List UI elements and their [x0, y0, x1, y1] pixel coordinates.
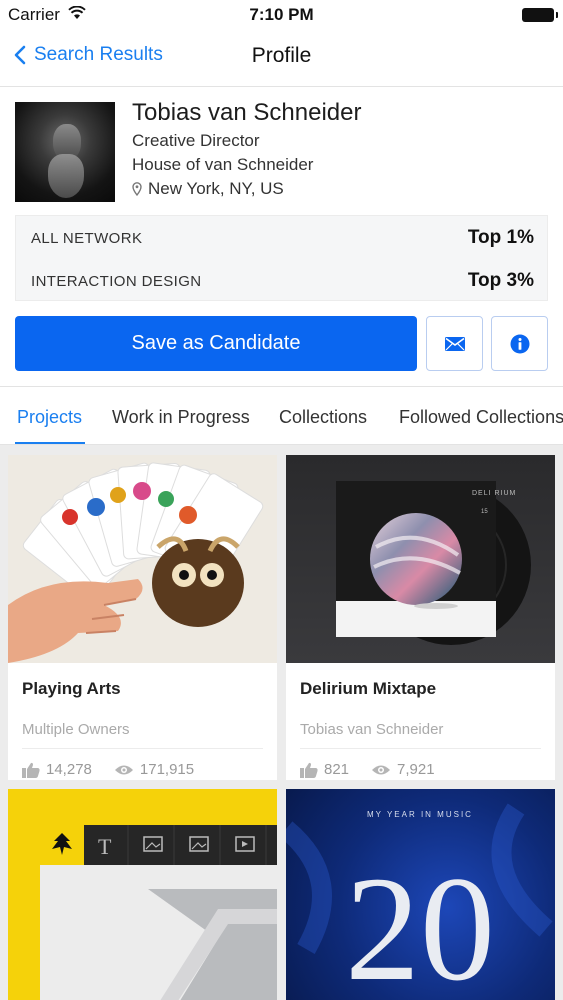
message-button[interactable] — [426, 316, 483, 371]
project-title: Playing Arts — [22, 679, 121, 698]
avatar — [15, 102, 115, 202]
views-stat: 171,915 — [114, 761, 194, 778]
project-stats: 821 7,921 — [300, 761, 457, 778]
profile-location: New York, NY, US — [132, 179, 284, 199]
profile-company: House of van Schneider — [132, 155, 314, 174]
project-thumbnail: T — [8, 789, 277, 1000]
project-grid: Playing Arts Multiple Owners 14,278 171,… — [0, 445, 563, 1000]
likes-count: 14,278 — [46, 761, 92, 778]
rank-label: ALL NETWORK — [31, 230, 143, 247]
profile-header: Tobias van Schneider Creative Director H… — [0, 86, 563, 386]
project-card-delirium-mixtape[interactable]: DELI RIUM 15 Delirium Mixtape Tobias van… — [286, 455, 555, 780]
views-count: 171,915 — [139, 761, 195, 778]
project-owner: Tobias van Schneider — [300, 721, 444, 738]
rank-row-all-network: ALL NETWORK Top 1% — [16, 216, 549, 259]
playing-cards-illustration — [8, 462, 264, 663]
project-card-my-year-in-music[interactable]: MY YEAR IN MUSIC 20 — [286, 789, 555, 1000]
clock: 7:10 PM — [249, 5, 314, 24]
rank-label: INTERACTION DESIGN — [31, 273, 202, 290]
tab-followed-collections[interactable]: Followed Collections — [399, 407, 563, 428]
card-divider — [300, 748, 541, 749]
music-cover-illustration: MY YEAR IN MUSIC 20 — [286, 803, 553, 1000]
tab-projects[interactable]: Projects — [17, 407, 82, 428]
location-label: New York, NY, US — [148, 179, 284, 198]
thumbs-up-icon — [22, 762, 40, 778]
project-card-ui-kit[interactable]: T — [8, 789, 277, 1000]
views-stat: 7,921 — [371, 761, 435, 778]
status-bar: Carrier 7:10 PM — [0, 0, 563, 30]
likes-stat: 14,278 — [22, 761, 92, 778]
project-stats: 14,278 171,915 — [22, 761, 216, 778]
project-card-playing-arts[interactable]: Playing Arts Multiple Owners 14,278 171,… — [8, 455, 277, 780]
cover-number-text: 15 — [481, 509, 488, 515]
page-title: Profile — [251, 44, 312, 67]
rank-panel: ALL NETWORK Top 1% INTERACTION DESIGN To… — [15, 215, 548, 301]
info-button[interactable] — [491, 316, 548, 371]
info-icon — [510, 334, 529, 353]
likes-stat: 821 — [300, 761, 349, 778]
card-divider — [22, 748, 263, 749]
project-thumbnail: DELI RIUM 15 — [286, 455, 555, 663]
thumbs-up-icon — [300, 762, 318, 778]
ui-kit-illustration: T — [40, 825, 277, 1000]
eye-icon — [372, 765, 391, 774]
likes-count: 821 — [324, 761, 350, 778]
music-number-text: 20 — [345, 846, 495, 1000]
battery-icon — [522, 8, 558, 22]
save-as-candidate-button[interactable]: Save as Candidate — [15, 316, 417, 371]
envelope-icon — [444, 336, 465, 351]
project-owner: Multiple Owners — [22, 721, 130, 738]
views-count: 7,921 — [397, 761, 435, 778]
tab-work-in-progress[interactable]: Work in Progress — [112, 407, 250, 428]
tab-collections[interactable]: Collections — [279, 407, 367, 428]
music-header-text: MY YEAR IN MUSIC — [367, 810, 473, 819]
rank-value: Top 1% — [467, 227, 534, 248]
toolbar-text-glyph: T — [98, 834, 112, 859]
album-cover-illustration: DELI RIUM 15 — [336, 481, 531, 645]
cover-title-text: DELI RIUM — [472, 490, 516, 497]
profile-tabs: Projects Work in Progress Collections Fo… — [0, 386, 563, 445]
rank-value: Top 3% — [467, 270, 534, 291]
navigation-bar: Search Results Profile — [0, 30, 563, 86]
location-pin-icon — [132, 182, 142, 196]
profile-name: Tobias van Schneider — [132, 99, 362, 126]
project-thumbnail: MY YEAR IN MUSIC 20 — [286, 789, 555, 1000]
rank-row-interaction-design: INTERACTION DESIGN Top 3% — [16, 259, 549, 302]
eye-icon — [114, 765, 133, 774]
profile-role: Creative Director — [132, 131, 260, 150]
project-thumbnail — [8, 455, 277, 663]
project-title: Delirium Mixtape — [300, 679, 437, 698]
